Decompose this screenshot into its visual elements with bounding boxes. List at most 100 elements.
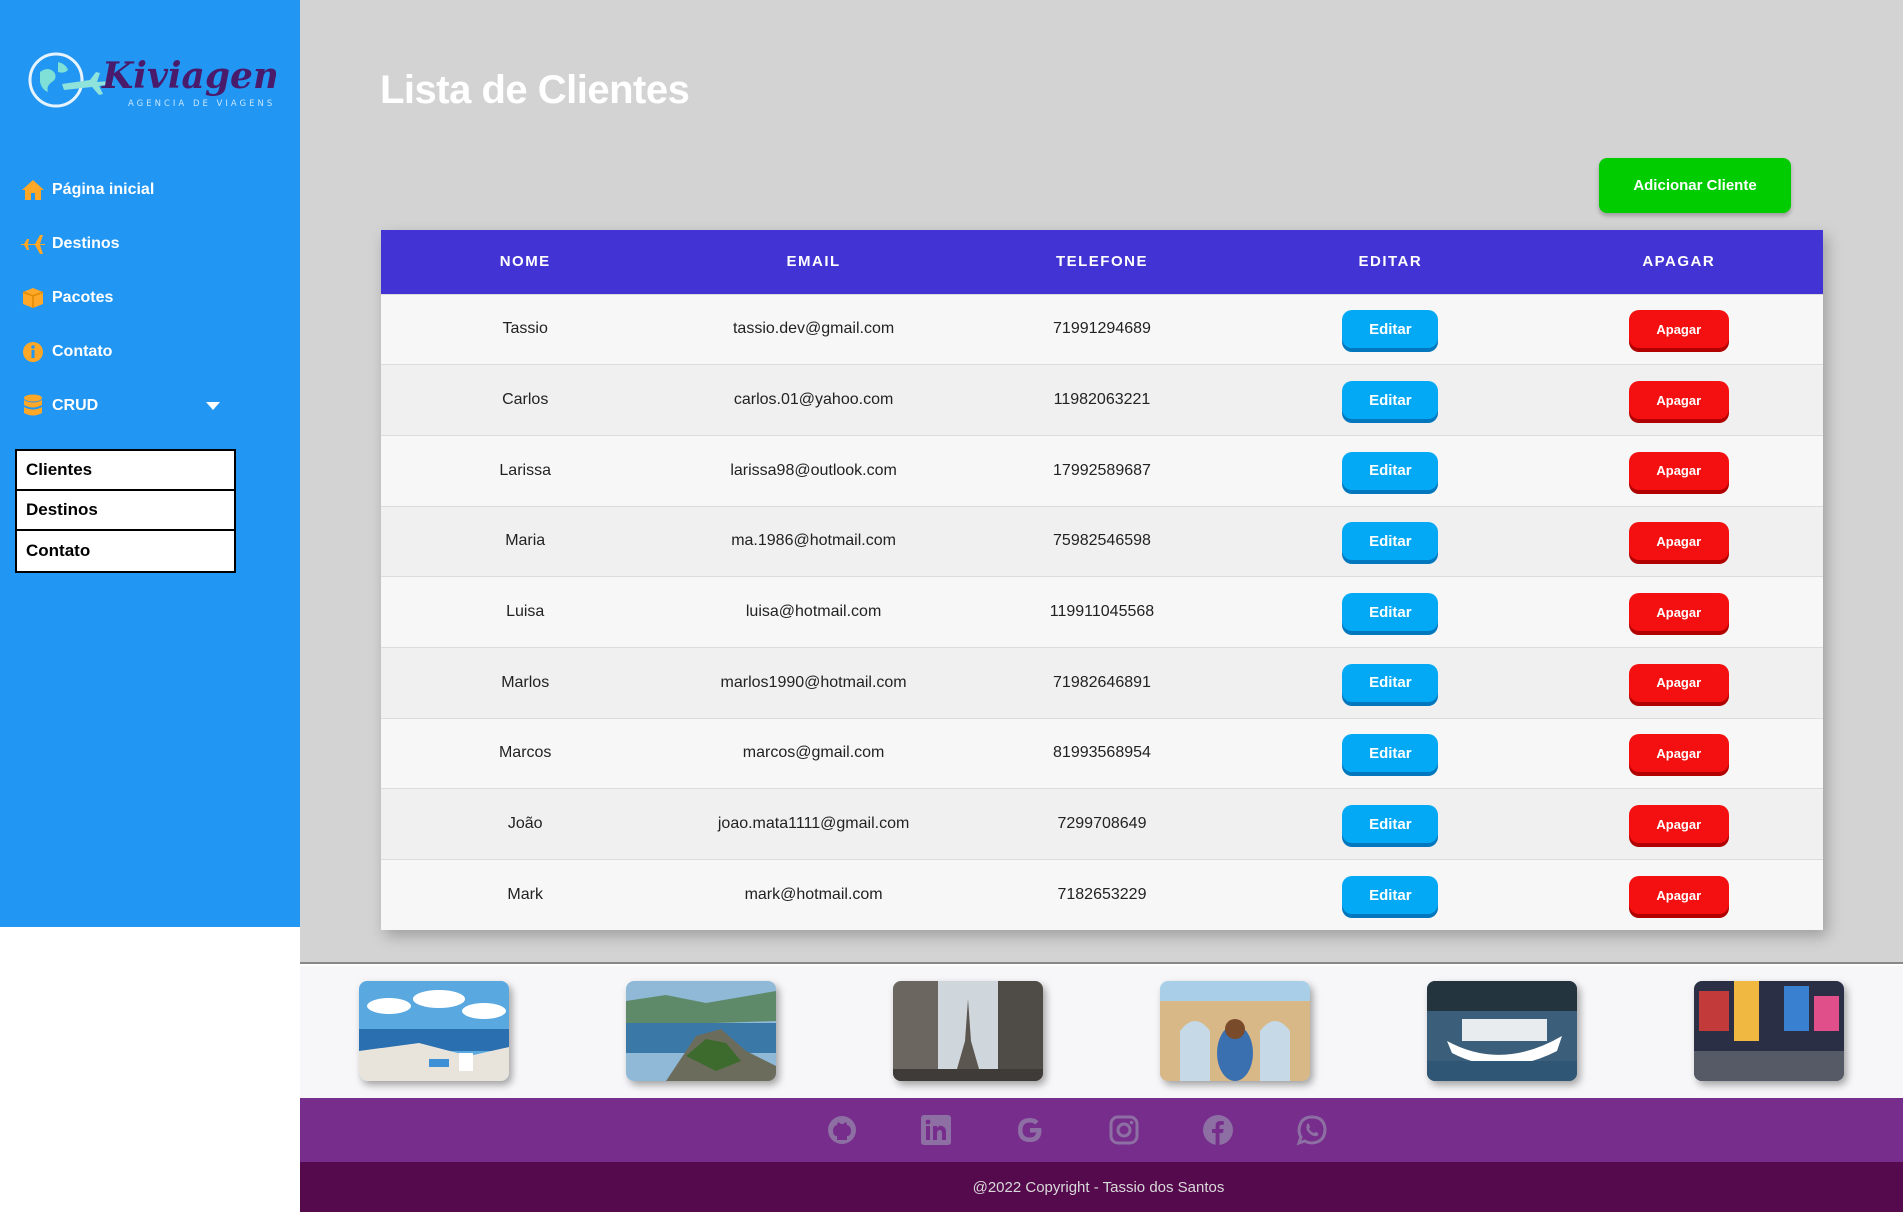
client-name: João [507, 815, 543, 833]
client-name: Marlos [501, 673, 550, 691]
sidebar-nav: Página inicial Destinos Pacotes Contato … [0, 163, 300, 433]
sidebar-item-home[interactable]: Página inicial [0, 163, 300, 217]
table-row: Carlos carlos.01@yahoo.com 11982063221 E… [381, 364, 1823, 436]
jerusalem-photo[interactable] [1160, 981, 1310, 1081]
destination-gallery [300, 966, 1903, 1098]
delete-button[interactable]: Apagar [1628, 663, 1729, 702]
submenu-item-destinos[interactable]: Destinos [17, 491, 234, 531]
edit-button[interactable]: Editar [1342, 805, 1439, 844]
client-email: carlos.01@yahoo.com [733, 391, 894, 409]
edit-button[interactable]: Editar [1342, 522, 1439, 561]
column-header-telefone: TELEFONE [1055, 253, 1148, 271]
table-row: Marcos marcos@gmail.com 81993568954 Edit… [381, 718, 1823, 789]
submenu-item-clientes[interactable]: Clientes [17, 451, 234, 491]
edit-button[interactable]: Editar [1342, 310, 1439, 349]
table-row: Tassio tassio.dev@gmail.com 71991294689 … [381, 294, 1823, 365]
table-header-row: NOME EMAIL TELEFONE EDITAR APAGAR [381, 230, 1823, 294]
linkedin-icon[interactable] [918, 1112, 954, 1148]
whatsapp-icon[interactable] [1294, 1112, 1330, 1148]
sidebar-item-pacotes[interactable]: Pacotes [0, 271, 300, 325]
client-name: Marcos [498, 744, 552, 762]
delete-button[interactable]: Apagar [1628, 522, 1729, 561]
edit-button[interactable]: Editar [1342, 593, 1439, 632]
client-email: ma.1986@hotmail.com [731, 532, 896, 550]
sidebar-item-label: Contato [52, 343, 113, 360]
chevron-down-icon[interactable] [206, 397, 220, 415]
paris-photo[interactable] [893, 981, 1043, 1081]
sidebar-item-destinos[interactable]: Destinos [0, 217, 300, 271]
edit-button[interactable]: Editar [1342, 381, 1439, 420]
client-phone: 71991294689 [1053, 320, 1151, 338]
delete-button[interactable]: Apagar [1628, 451, 1729, 490]
edit-button[interactable]: Editar [1342, 663, 1439, 702]
table-row: Maria ma.1986@hotmail.com 75982546598 Ed… [381, 506, 1823, 577]
client-phone: 71982646891 [1053, 673, 1151, 691]
column-header-apagar: APAGAR [1642, 253, 1716, 271]
client-name: Maria [505, 532, 546, 550]
page-title: Lista de Clientes [380, 68, 690, 112]
sidebar: Kiviagem AGENCIA DE VIAGENS Página inici… [0, 0, 300, 927]
brand-tagline: AGENCIA DE VIAGENS [128, 99, 275, 109]
delete-button[interactable]: Apagar [1628, 805, 1729, 844]
copyright-text: @2022 Copyright - Tassio dos Santos [972, 1178, 1225, 1196]
sidebar-item-label: Destinos [52, 235, 120, 252]
crud-submenu: Clientes Destinos Contato [15, 449, 236, 573]
delete-button[interactable]: Apagar [1628, 381, 1729, 420]
column-header-email: EMAIL [786, 253, 841, 271]
clients-table: NOME EMAIL TELEFONE EDITAR APAGAR Tassio… [381, 230, 1823, 931]
edit-button[interactable]: Editar [1342, 734, 1439, 773]
client-name: Mark [507, 886, 543, 904]
box-icon [20, 285, 46, 311]
table-row: João joao.mata1111@gmail.com 7299708649 … [381, 788, 1823, 860]
client-email: joao.mata1111@gmail.com [717, 815, 910, 833]
home-icon [20, 177, 46, 203]
sidebar-item-crud[interactable]: CRUD [0, 379, 300, 433]
times-square-photo[interactable] [1694, 981, 1844, 1081]
google-icon[interactable] [1012, 1112, 1048, 1148]
table-row: Marlos marlos1990@hotmail.com 7198264689… [381, 647, 1823, 719]
client-email: tassio.dev@gmail.com [732, 320, 895, 338]
client-name: Larissa [499, 461, 551, 479]
client-email: marcos@gmail.com [742, 744, 885, 762]
edit-button[interactable]: Editar [1342, 451, 1439, 490]
submenu-item-contato[interactable]: Contato [17, 531, 234, 571]
client-phone: 17992589687 [1053, 461, 1151, 479]
client-name: Luisa [506, 603, 545, 621]
sidebar-item-label: CRUD [52, 397, 99, 414]
client-phone: 7299708649 [1057, 815, 1147, 833]
sidebar-item-label: Página inicial [52, 181, 155, 198]
github-icon[interactable] [824, 1112, 860, 1148]
delete-button[interactable]: Apagar [1628, 876, 1729, 915]
database-icon [20, 393, 46, 419]
instagram-icon[interactable] [1106, 1112, 1142, 1148]
client-phone: 75982546598 [1053, 532, 1151, 550]
boat-photo[interactable] [1427, 981, 1577, 1081]
main-content: Lista de Clientes Adicionar Cliente NOME… [300, 0, 1903, 964]
client-name: Tassio [502, 320, 548, 338]
delete-button[interactable]: Apagar [1628, 734, 1729, 773]
client-phone: 119911045568 [1049, 603, 1155, 621]
airplane-icon [20, 231, 46, 257]
table-row: Mark mark@hotmail.com 7182653229 Editar … [381, 859, 1823, 931]
sidebar-item-contato[interactable]: Contato [0, 325, 300, 379]
client-phone: 7182653229 [1057, 886, 1147, 904]
client-email: larissa98@outlook.com [730, 461, 897, 479]
client-phone: 81993568954 [1053, 744, 1151, 762]
santorini-photo[interactable] [359, 981, 509, 1081]
delete-button[interactable]: Apagar [1628, 310, 1729, 349]
svg-text:Kiviagem: Kiviagem [101, 55, 276, 97]
delete-button[interactable]: Apagar [1628, 593, 1729, 632]
add-client-button[interactable]: Adicionar Cliente [1599, 158, 1791, 213]
facebook-icon[interactable] [1200, 1112, 1236, 1148]
client-email: marlos1990@hotmail.com [720, 673, 907, 691]
client-email: mark@hotmail.com [744, 886, 883, 904]
coast-photo[interactable] [626, 981, 776, 1081]
client-name: Carlos [502, 391, 549, 409]
client-phone: 11982063221 [1053, 391, 1151, 409]
table-row: Luisa luisa@hotmail.com 119911045568 Edi… [381, 576, 1823, 648]
column-header-editar: EDITAR [1358, 253, 1423, 271]
sidebar-item-label: Pacotes [52, 289, 114, 306]
edit-button[interactable]: Editar [1342, 876, 1439, 915]
brand-logo[interactable]: Kiviagem AGENCIA DE VIAGENS [26, 48, 276, 112]
client-email: luisa@hotmail.com [745, 603, 882, 621]
